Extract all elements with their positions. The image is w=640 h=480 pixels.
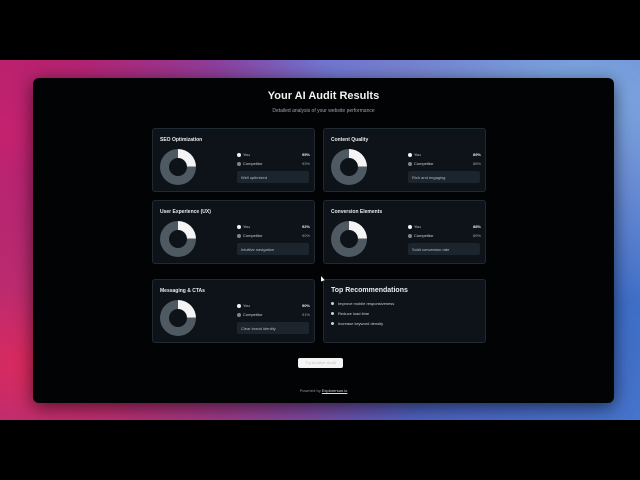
summary-note: Clear brand identity (237, 322, 309, 334)
legend-you: You 89% (408, 152, 481, 159)
card-title: SEO Optimization (160, 137, 203, 143)
legend-you: You 88% (408, 224, 481, 231)
audit-card-conversion: Conversion Elements You 88% Competitor 8… (323, 200, 486, 264)
audit-card-messaging: Messaging & CTAs You 90% Competitor 91% … (152, 279, 315, 343)
you-dot-icon (237, 225, 241, 229)
card-title: Messaging & CTAs (160, 288, 205, 294)
legend-you: You 92% (237, 224, 310, 231)
you-score: 90% (301, 303, 310, 308)
audit-card-ux: User Experience (UX) You 92% Competitor … (152, 200, 315, 264)
score-donut-chart (160, 149, 196, 185)
legend-competitor: Competitor 90% (237, 233, 310, 240)
app-window: Your AI Audit Results Detailed analysis … (33, 78, 614, 403)
recommendation-item: Reduce load time (331, 311, 369, 316)
you-score: 88% (472, 224, 481, 229)
footer: Powered by Explorersun.io (299, 388, 348, 393)
audit-card-content: Content Quality You 89% Competitor 88% R… (323, 128, 486, 192)
page-subtitle: Detailed analysis of your website perfor… (272, 108, 375, 114)
bullet-icon (331, 322, 334, 326)
legend-competitor: Competitor 93% (237, 161, 310, 168)
competitor-dot-icon (237, 234, 241, 238)
competitor-dot-icon (237, 313, 241, 317)
bullet-icon (331, 312, 334, 316)
competitor-score: 93% (301, 161, 310, 166)
card-title: Conversion Elements (331, 209, 383, 215)
summary-note: Well optimized (237, 171, 309, 183)
footer-link[interactable]: Explorersun.io (322, 388, 348, 393)
audit-card-seo: SEO Optimization You 95% Competitor 93% … (152, 128, 315, 192)
summary-note: Intuitive navigation (237, 243, 309, 255)
you-dot-icon (237, 304, 241, 308)
you-dot-icon (237, 153, 241, 157)
score-donut-chart (331, 149, 367, 185)
try-another-audit-button[interactable]: Try Another Audit (298, 358, 343, 368)
score-donut-chart (160, 221, 196, 257)
card-title: Content Quality (331, 137, 369, 143)
you-score: 95% (301, 152, 310, 157)
score-donut-chart (331, 221, 367, 257)
summary-note: Solid conversion rate (408, 243, 480, 255)
you-score: 89% (472, 152, 481, 157)
legend-you: You 90% (237, 303, 310, 310)
competitor-score: 90% (301, 233, 310, 238)
recommendations-title: Top Recommendations (331, 287, 408, 294)
bullet-icon (331, 302, 334, 306)
competitor-score: 91% (301, 312, 310, 317)
recommendation-item: Improve mobile responsiveness (331, 301, 394, 306)
recommendations-card: Top Recommendations Improve mobile respo… (323, 279, 486, 343)
competitor-dot-icon (408, 234, 412, 238)
competitor-dot-icon (408, 162, 412, 166)
page-title: Your AI Audit Results (267, 90, 380, 102)
summary-note: Rich and engaging (408, 171, 480, 183)
legend-competitor: Competitor 89% (408, 233, 481, 240)
competitor-dot-icon (237, 162, 241, 166)
score-donut-chart (160, 300, 196, 336)
you-score: 92% (301, 224, 310, 229)
competitor-score: 88% (472, 161, 481, 166)
you-dot-icon (408, 153, 412, 157)
competitor-score: 89% (472, 233, 481, 238)
you-dot-icon (408, 225, 412, 229)
card-title: User Experience (UX) (160, 209, 211, 215)
recommendation-item: Increase keyword density (331, 321, 383, 326)
legend-you: You 95% (237, 152, 310, 159)
legend-competitor: Competitor 88% (408, 161, 481, 168)
legend-competitor: Competitor 91% (237, 312, 310, 319)
